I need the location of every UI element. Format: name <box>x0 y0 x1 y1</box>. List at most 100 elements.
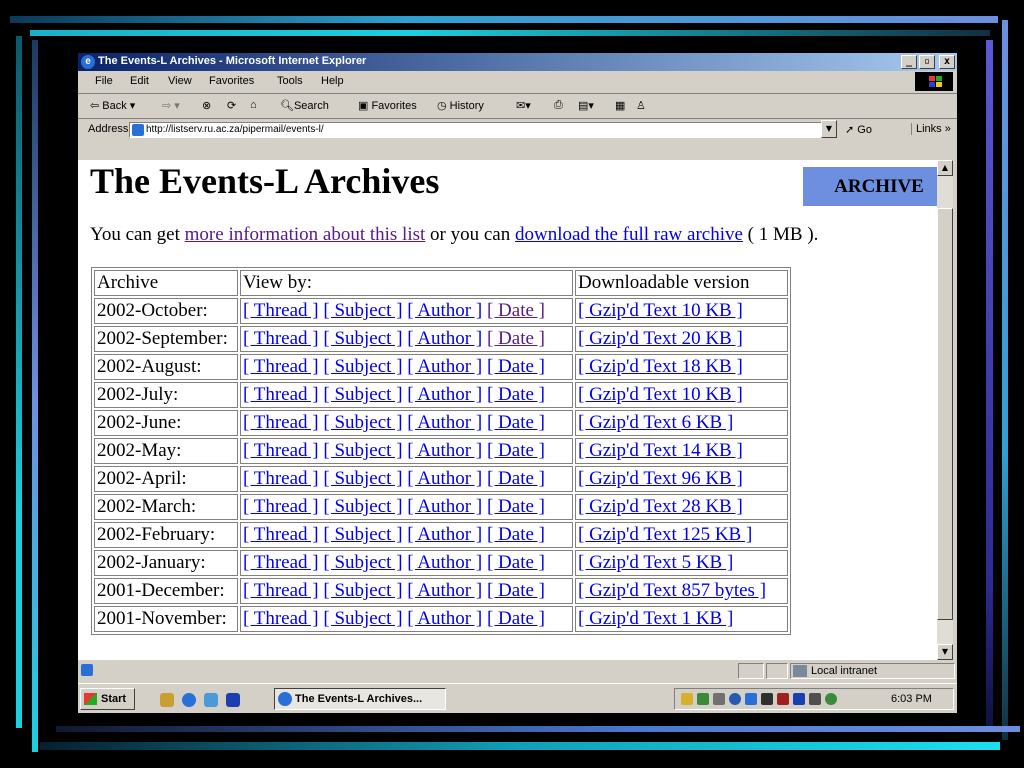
archive-tab[interactable]: ARCHIVE <box>803 167 937 206</box>
minimize-button[interactable]: _ <box>901 55 917 69</box>
menu-edit[interactable]: Edit <box>130 75 149 87</box>
date-link[interactable]: [ Date ] <box>487 608 545 629</box>
menu-tools[interactable]: Tools <box>277 75 303 87</box>
print-icon[interactable]: ⎙ <box>554 99 563 112</box>
messenger-icon[interactable]: ♙ <box>636 99 646 112</box>
taskbar-item-browser[interactable]: The Events-L Archives... <box>274 688 446 710</box>
tray-icon-10[interactable] <box>825 693 837 705</box>
thread-link[interactable]: [ Thread ] <box>243 524 319 545</box>
subject-link[interactable]: [ Subject ] <box>323 468 402 489</box>
author-link[interactable]: [ Author ] <box>407 496 482 517</box>
history-button[interactable]: ◷ History <box>437 99 484 112</box>
subject-link[interactable]: [ Subject ] <box>323 524 402 545</box>
go-button[interactable]: ➚ Go <box>845 123 872 136</box>
subject-link[interactable]: [ Subject ] <box>323 328 402 349</box>
gzip-download-link[interactable]: [ Gzip'd Text 6 KB ] <box>578 412 733 433</box>
outlook-icon[interactable] <box>204 693 218 707</box>
gzip-download-link[interactable]: [ Gzip'd Text 20 KB ] <box>578 328 743 349</box>
author-link[interactable]: [ Author ] <box>407 384 482 405</box>
author-link[interactable]: [ Author ] <box>407 300 482 321</box>
back-button[interactable]: ⇦ Back ▾ <box>90 99 135 112</box>
edit-icon[interactable]: ▤▾ <box>578 99 594 112</box>
thread-link[interactable]: [ Thread ] <box>243 468 319 489</box>
scroll-up-arrow[interactable]: ▲ <box>937 160 953 176</box>
subject-link[interactable]: [ Subject ] <box>323 412 402 433</box>
menu-help[interactable]: Help <box>321 75 344 87</box>
subject-link[interactable]: [ Subject ] <box>323 496 402 517</box>
tray-icon-6[interactable] <box>761 693 773 705</box>
search-button[interactable]: 🔍︎Search <box>280 99 329 112</box>
close-button[interactable]: x <box>939 55 955 69</box>
thread-link[interactable]: [ Thread ] <box>243 300 319 321</box>
address-dropdown-button[interactable]: ▼ <box>821 120 837 138</box>
gzip-download-link[interactable]: [ Gzip'd Text 14 KB ] <box>578 440 743 461</box>
date-link[interactable]: [ Date ] <box>487 496 545 517</box>
thread-link[interactable]: [ Thread ] <box>243 552 319 573</box>
scroll-thumb[interactable] <box>937 208 953 620</box>
maximize-button[interactable]: ▫ <box>919 55 935 69</box>
gzip-download-link[interactable]: [ Gzip'd Text 96 KB ] <box>578 468 743 489</box>
start-button[interactable]: Start <box>80 688 135 710</box>
home-icon[interactable]: ⌂ <box>250 99 257 111</box>
tray-icon-4[interactable] <box>729 693 741 705</box>
author-link[interactable]: [ Author ] <box>407 580 482 601</box>
tray-icon-2[interactable] <box>697 693 709 705</box>
subject-link[interactable]: [ Subject ] <box>323 440 402 461</box>
thread-link[interactable]: [ Thread ] <box>243 412 319 433</box>
author-link[interactable]: [ Author ] <box>407 356 482 377</box>
tray-icon-7[interactable] <box>777 693 789 705</box>
date-link[interactable]: [ Date ] <box>487 384 545 405</box>
author-link[interactable]: [ Author ] <box>407 328 482 349</box>
gzip-download-link[interactable]: [ Gzip'd Text 1 KB ] <box>578 608 733 629</box>
gzip-download-link[interactable]: [ Gzip'd Text 125 KB ] <box>578 524 752 545</box>
author-link[interactable]: [ Author ] <box>407 608 482 629</box>
thread-link[interactable]: [ Thread ] <box>243 440 319 461</box>
gzip-download-link[interactable]: [ Gzip'd Text 18 KB ] <box>578 356 743 377</box>
desktop-icon[interactable] <box>160 693 174 707</box>
subject-link[interactable]: [ Subject ] <box>323 552 402 573</box>
address-input[interactable]: http://listserv.ru.ac.za/pipermail/event… <box>129 122 837 138</box>
date-link[interactable]: [ Date ] <box>487 356 545 377</box>
mail-icon[interactable]: ✉▾ <box>516 99 531 112</box>
tray-icon-1[interactable] <box>681 693 693 705</box>
volume-icon[interactable] <box>713 693 725 705</box>
thread-link[interactable]: [ Thread ] <box>243 356 319 377</box>
forward-button[interactable]: ⇨ ▾ <box>162 99 180 112</box>
author-link[interactable]: [ Author ] <box>407 412 482 433</box>
tray-icon-9[interactable] <box>809 693 821 705</box>
stop-icon[interactable]: ⊗ <box>202 99 211 112</box>
date-link[interactable]: [ Date ] <box>487 412 545 433</box>
date-link[interactable]: [ Date ] <box>487 300 545 321</box>
subject-link[interactable]: [ Subject ] <box>323 580 402 601</box>
gzip-download-link[interactable]: [ Gzip'd Text 857 bytes ] <box>578 580 766 601</box>
subject-link[interactable]: [ Subject ] <box>323 384 402 405</box>
author-link[interactable]: [ Author ] <box>407 468 482 489</box>
favorites-button[interactable]: ▣ Favorites <box>358 99 417 112</box>
thread-link[interactable]: [ Thread ] <box>243 580 319 601</box>
gzip-download-link[interactable]: [ Gzip'd Text 28 KB ] <box>578 496 743 517</box>
date-link[interactable]: [ Date ] <box>487 580 545 601</box>
tray-icon-8[interactable] <box>793 693 805 705</box>
thread-link[interactable]: [ Thread ] <box>243 608 319 629</box>
menu-file[interactable]: File <box>95 75 113 87</box>
date-link[interactable]: [ Date ] <box>487 440 545 461</box>
author-link[interactable]: [ Author ] <box>407 524 482 545</box>
date-link[interactable]: [ Date ] <box>487 468 545 489</box>
links-button[interactable]: Links » <box>911 123 951 135</box>
ie-quicklaunch-icon[interactable] <box>182 693 196 707</box>
subject-link[interactable]: [ Subject ] <box>323 356 402 377</box>
title-bar[interactable]: e The Events-L Archives - Microsoft Inte… <box>78 53 957 71</box>
vertical-scrollbar[interactable]: ▲ ▼ <box>937 160 953 660</box>
date-link[interactable]: [ Date ] <box>487 328 545 349</box>
subject-link[interactable]: [ Subject ] <box>323 608 402 629</box>
refresh-icon[interactable]: ⟳ <box>227 99 236 112</box>
thread-link[interactable]: [ Thread ] <box>243 496 319 517</box>
subject-link[interactable]: [ Subject ] <box>323 300 402 321</box>
thread-link[interactable]: [ Thread ] <box>243 328 319 349</box>
tray-icon-5[interactable] <box>745 693 757 705</box>
gzip-download-link[interactable]: [ Gzip'd Text 5 KB ] <box>578 552 733 573</box>
date-link[interactable]: [ Date ] <box>487 552 545 573</box>
date-link[interactable]: [ Date ] <box>487 524 545 545</box>
download-archive-link[interactable]: download the full raw archive <box>515 224 743 245</box>
author-link[interactable]: [ Author ] <box>407 552 482 573</box>
